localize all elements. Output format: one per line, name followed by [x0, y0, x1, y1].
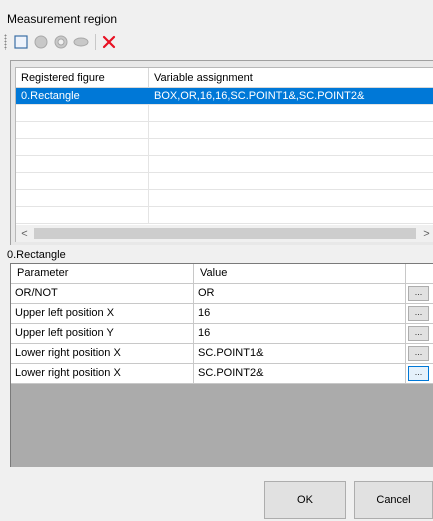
parameter-name: Upper left position X — [11, 304, 194, 323]
parameter-row-lower-right-x-2: Lower right position X SC.POINT2& ... — [11, 364, 433, 384]
parameter-grid: Parameter Value OR/NOT OR ... Upper left… — [10, 263, 433, 467]
scrollbar-thumb[interactable] — [34, 228, 416, 239]
parameter-value[interactable]: 16 — [194, 304, 406, 323]
parameter-value[interactable]: SC.POINT2& — [194, 364, 406, 383]
browse-button[interactable]: ... — [408, 366, 429, 381]
figure-name-cell: 0.Rectangle — [16, 88, 149, 104]
ok-button[interactable]: OK — [264, 481, 346, 519]
empty-row — [16, 173, 433, 190]
ring-icon[interactable] — [52, 33, 70, 51]
empty-row — [16, 207, 433, 224]
parameter-name: Upper left position Y — [11, 324, 194, 343]
parameter-row-or-not: OR/NOT OR ... — [11, 284, 433, 304]
browse-button[interactable]: ... — [408, 286, 429, 301]
toolbar — [4, 32, 204, 52]
ellipse-icon[interactable] — [72, 33, 90, 51]
toolbar-separator — [95, 34, 96, 50]
horizontal-scrollbar[interactable]: < > — [15, 225, 433, 242]
parameter-row-lower-right-x: Lower right position X SC.POINT1& ... — [11, 344, 433, 364]
parameter-value[interactable]: SC.POINT1& — [194, 344, 406, 363]
empty-row — [16, 190, 433, 207]
parameter-row-upper-left-x: Upper left position X 16 ... — [11, 304, 433, 324]
dialog-title: Measurement region — [7, 12, 118, 26]
registered-figures-table: Registered figure Variable assignment 0.… — [15, 67, 433, 226]
empty-row — [16, 156, 433, 173]
browse-button[interactable]: ... — [408, 326, 429, 341]
parameter-name: Lower right position X — [11, 344, 194, 363]
rectangle-icon[interactable] — [12, 33, 30, 51]
parameter-value[interactable]: 16 — [194, 324, 406, 343]
empty-row — [16, 139, 433, 156]
parameter-name: OR/NOT — [11, 284, 194, 303]
browse-button[interactable]: ... — [408, 346, 429, 361]
parameter-value[interactable]: OR — [194, 284, 406, 303]
scroll-left-icon[interactable]: < — [16, 225, 33, 242]
measurement-region-dialog: Measurement region Registered figure Var… — [0, 0, 433, 521]
table-header: Registered figure Variable assignment — [16, 68, 433, 88]
column-header-registered-figure[interactable]: Registered figure — [16, 68, 149, 87]
variable-assignment-cell: BOX,OR,16,16,SC.POINT1&,SC.POINT2& — [154, 90, 365, 102]
circle-icon[interactable] — [32, 33, 50, 51]
toolbar-grip[interactable] — [4, 34, 7, 50]
empty-row — [16, 122, 433, 139]
parameter-header-row: Parameter Value — [11, 264, 433, 284]
table-row[interactable]: 0.Rectangle BOX,OR,16,16,SC.POINT1&,SC.P… — [16, 88, 433, 105]
column-header-variable-assignment[interactable]: Variable assignment — [149, 68, 433, 87]
column-header-blank — [406, 264, 433, 283]
registered-figures-panel: Registered figure Variable assignment 0.… — [10, 60, 433, 245]
parameter-name: Lower right position X — [11, 364, 194, 383]
column-header-value[interactable]: Value — [194, 264, 406, 283]
cancel-button[interactable]: Cancel — [354, 481, 433, 519]
delete-icon[interactable] — [100, 33, 118, 51]
browse-button[interactable]: ... — [408, 306, 429, 321]
empty-row — [16, 105, 433, 122]
scroll-right-icon[interactable]: > — [418, 225, 433, 242]
selected-figure-label: 0.Rectangle — [7, 249, 66, 261]
parameter-row-upper-left-y: Upper left position Y 16 ... — [11, 324, 433, 344]
column-header-parameter[interactable]: Parameter — [11, 264, 194, 283]
